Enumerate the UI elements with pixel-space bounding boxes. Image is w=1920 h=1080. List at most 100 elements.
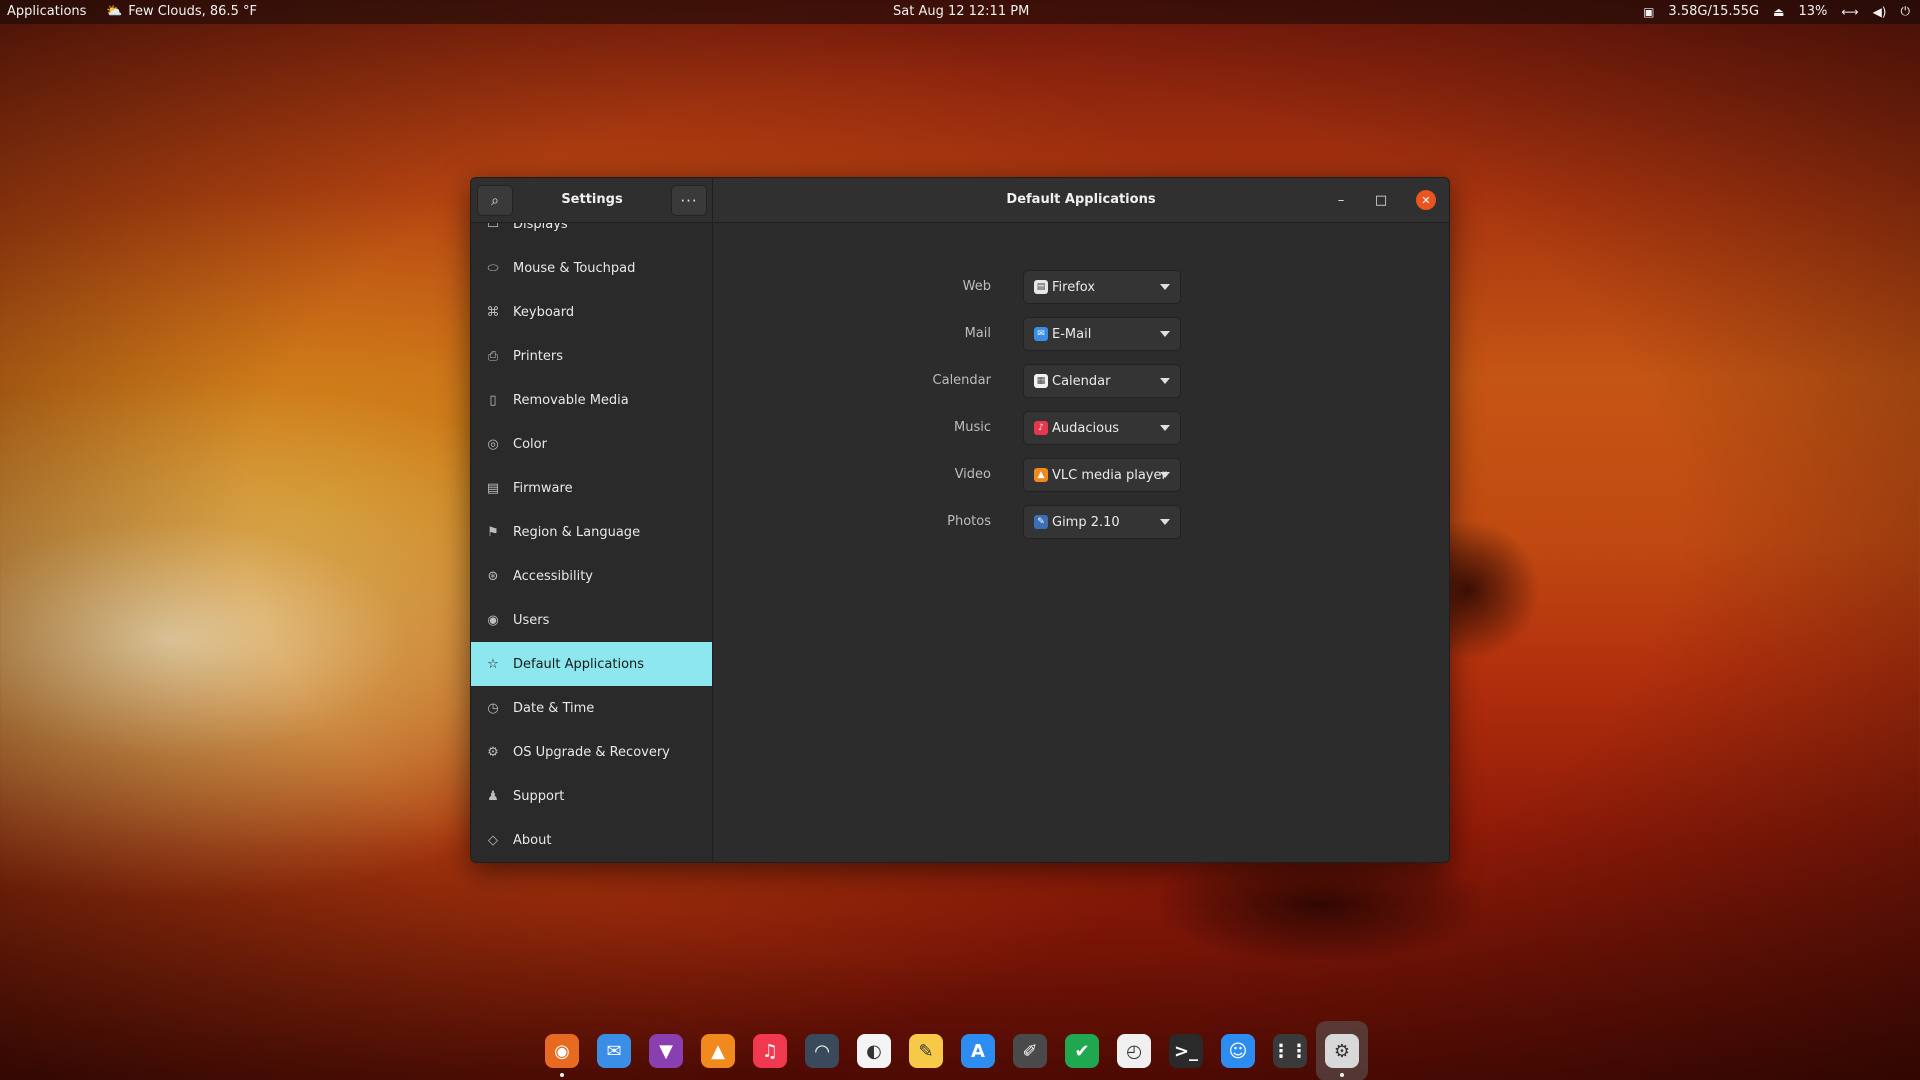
sidebar-item-label: Default Applications bbox=[513, 656, 645, 672]
sidebar-item-label: Color bbox=[513, 436, 547, 452]
photos-app-select[interactable]: ✎ Gimp 2.10 bbox=[1023, 505, 1181, 539]
default-app-row-photos: Photos ✎ Gimp 2.10 bbox=[713, 505, 1449, 539]
terminal-icon: >_ bbox=[1169, 1034, 1203, 1068]
applications-menu[interactable]: Applications bbox=[7, 4, 86, 19]
dock-item-firefox[interactable]: ◉ bbox=[536, 1021, 588, 1080]
maximize-icon: □ bbox=[1374, 192, 1388, 208]
cloud-sun-icon: ⛅ bbox=[106, 4, 123, 19]
default-app-label: Video bbox=[954, 467, 991, 482]
sidebar-item-keyboard[interactable]: ⌘ Keyboard bbox=[471, 290, 712, 334]
dock: ◉ ✉ ▼ ▲ ♫ ◠ ◐ ✎ A ✐ ✔ ◴ >_ ☺ ⋮⋮ ⚙ bbox=[536, 1021, 1384, 1080]
web-app-select[interactable]: ▤ Firefox bbox=[1023, 270, 1181, 304]
sidebar-item-color[interactable]: ◎ Color bbox=[471, 422, 712, 466]
sidebar-item-label: Users bbox=[513, 612, 550, 628]
running-indicator bbox=[1340, 1073, 1344, 1077]
network-icon[interactable]: ⟷ bbox=[1841, 5, 1858, 19]
close-button[interactable]: ✕ bbox=[1416, 190, 1436, 210]
volume-icon[interactable]: ◀) bbox=[1873, 5, 1887, 19]
accessibility-icon: ⊛ bbox=[487, 568, 499, 584]
dock-item-image-viewer[interactable]: ◐ bbox=[848, 1021, 900, 1080]
sidebar-item-firmware[interactable]: ▤ Firmware bbox=[471, 466, 712, 510]
weather-text: Few Clouds, 86.5 °F bbox=[128, 4, 257, 19]
sidebar-item-accessibility[interactable]: ⊛ Accessibility bbox=[471, 554, 712, 598]
dock-item-music[interactable]: ♫ bbox=[744, 1021, 796, 1080]
upgrade-icon: ⚙ bbox=[487, 744, 499, 760]
dock-item-audio-player[interactable]: ◠ bbox=[796, 1021, 848, 1080]
system-monitor-icon[interactable]: ▣ bbox=[1643, 5, 1654, 19]
dock-item-notes[interactable]: ✎ bbox=[900, 1021, 952, 1080]
selected-app-name: VLC media player bbox=[1052, 467, 1167, 483]
sidebar-item-removable-media[interactable]: ▯ Removable Media bbox=[471, 378, 712, 422]
dock-item-vlc[interactable]: ▲ bbox=[692, 1021, 744, 1080]
menu-button[interactable]: ··· bbox=[671, 185, 707, 216]
audacious-app-icon: ♪ bbox=[1034, 421, 1048, 435]
default-app-row-calendar: Calendar ▦ Calendar bbox=[713, 364, 1449, 398]
dock-item-brave[interactable]: ▼ bbox=[640, 1021, 692, 1080]
selected-app-name: E-Mail bbox=[1052, 326, 1092, 342]
clock[interactable]: Sat Aug 12 12:11 PM bbox=[893, 4, 1029, 19]
dock-item-settings[interactable]: ⚙ bbox=[1316, 1021, 1368, 1080]
sidebar-item-users[interactable]: ◉ Users bbox=[471, 598, 712, 642]
sidebar: ▭ Displays ⬭ Mouse & Touchpad ⌘ Keyboard ⎙ Prin… bbox=[471, 223, 713, 862]
sidebar-item-printers[interactable]: ⎙ Printers bbox=[471, 334, 712, 378]
security-icon: ✔ bbox=[1065, 1034, 1099, 1068]
removable-media-icon: ▯ bbox=[489, 392, 497, 408]
sidebar-item-date-time[interactable]: ◷ Date & Time bbox=[471, 686, 712, 730]
clock-icon: ◴ bbox=[1117, 1034, 1151, 1068]
calendar-app-select[interactable]: ▦ Calendar bbox=[1023, 364, 1181, 398]
sidebar-item-mouse-touchpad[interactable]: ⬭ Mouse & Touchpad bbox=[471, 246, 712, 290]
settings-icon: ⚙ bbox=[1325, 1034, 1359, 1068]
sidebar-item-label: Displays bbox=[513, 223, 568, 232]
music-app-select[interactable]: ♪ Audacious bbox=[1023, 411, 1181, 445]
dock-item-terminal[interactable]: >_ bbox=[1160, 1021, 1212, 1080]
minimize-button[interactable]: – bbox=[1331, 190, 1351, 210]
dock-item-security[interactable]: ✔ bbox=[1056, 1021, 1108, 1080]
mouse-icon: ⬭ bbox=[487, 260, 499, 276]
vlc-icon: ▲ bbox=[701, 1034, 735, 1068]
power-icon[interactable]: ⏻ bbox=[1901, 4, 1911, 19]
battery-icon[interactable]: ⏏ bbox=[1773, 5, 1784, 19]
dock-item-text-editor[interactable]: ✐ bbox=[1004, 1021, 1056, 1080]
sidebar-item-support[interactable]: ♟ Support bbox=[471, 774, 712, 818]
dock-item-app-grid[interactable]: ⋮⋮ bbox=[1264, 1021, 1316, 1080]
vlc-app-icon: ▲ bbox=[1034, 468, 1048, 482]
default-app-label: Music bbox=[954, 420, 991, 435]
sidebar-item-label: Printers bbox=[513, 348, 564, 364]
sidebar-item-os-upgrade-recovery[interactable]: ⚙ OS Upgrade & Recovery bbox=[471, 730, 712, 774]
maximize-button[interactable]: □ bbox=[1371, 190, 1391, 210]
printer-icon: ⎙ bbox=[487, 348, 499, 364]
color-icon: ◎ bbox=[487, 436, 499, 452]
dropdown-arrow-icon bbox=[1160, 425, 1170, 431]
image-viewer-icon: ◐ bbox=[857, 1034, 891, 1068]
sidebar-item-label: Accessibility bbox=[513, 568, 593, 584]
dock-item-app-store[interactable]: A bbox=[952, 1021, 1004, 1080]
mail-app-select[interactable]: ✉ E-Mail bbox=[1023, 317, 1181, 351]
sidebar-item-about[interactable]: ◇ About bbox=[471, 818, 712, 862]
audio-player-icon: ◠ bbox=[805, 1034, 839, 1068]
sidebar-item-label: Region & Language bbox=[513, 524, 641, 540]
brave-icon: ▼ bbox=[649, 1034, 683, 1068]
search-button[interactable]: ⌕ bbox=[477, 185, 513, 216]
sidebar-item-region-language[interactable]: ⚑ Region & Language bbox=[471, 510, 712, 554]
selected-app-name: Audacious bbox=[1052, 420, 1120, 436]
default-app-label: Calendar bbox=[932, 373, 991, 388]
video-app-select[interactable]: ▲ VLC media player bbox=[1023, 458, 1181, 492]
sidebar-item-default-applications[interactable]: ☆ Default Applications bbox=[471, 642, 712, 686]
dropdown-arrow-icon bbox=[1160, 284, 1170, 290]
battery-percent[interactable]: 13% bbox=[1798, 4, 1827, 19]
weather-indicator[interactable]: ⛅ Few Clouds, 86.5 °F bbox=[106, 4, 257, 19]
dock-item-clock[interactable]: ◴ bbox=[1108, 1021, 1160, 1080]
firefox-file-icon: ▤ bbox=[1034, 280, 1048, 294]
memory-indicator[interactable]: 3.58G/15.55G bbox=[1668, 4, 1759, 19]
email-app-icon: ✉ bbox=[1034, 327, 1048, 341]
gimp-app-icon: ✎ bbox=[1034, 515, 1048, 529]
sidebar-item-displays[interactable]: ▭ Displays bbox=[471, 223, 712, 246]
default-app-row-web: Web ▤ Firefox bbox=[713, 270, 1449, 304]
dock-item-mail[interactable]: ✉ bbox=[588, 1021, 640, 1080]
selected-app-name: Firefox bbox=[1052, 279, 1096, 295]
mail-icon: ✉ bbox=[597, 1034, 631, 1068]
more-icon: ··· bbox=[680, 191, 698, 210]
dock-item-finder[interactable]: ☺ bbox=[1212, 1021, 1264, 1080]
sidebar-item-label: Mouse & Touchpad bbox=[513, 260, 636, 276]
main-header: Default Applications – □ ✕ bbox=[713, 178, 1449, 223]
